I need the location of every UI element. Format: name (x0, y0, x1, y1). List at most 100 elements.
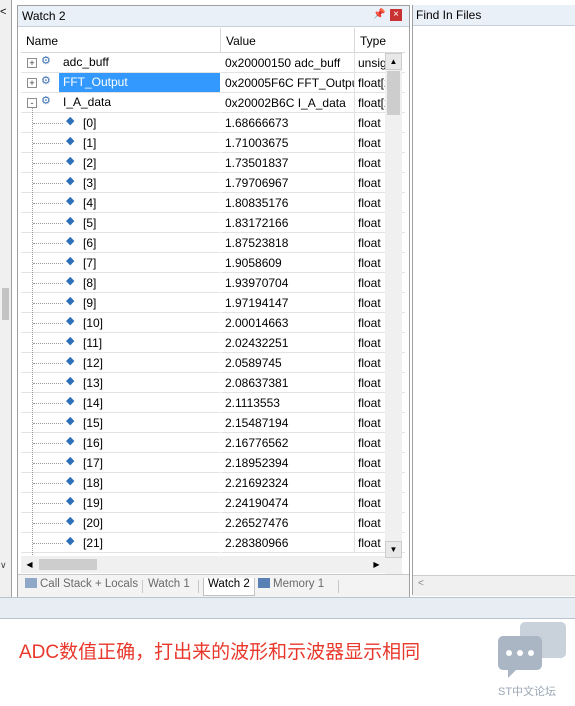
column-header-value[interactable]: Value (221, 28, 355, 53)
name-cell: ◆ [2] (21, 153, 220, 173)
value-cell[interactable]: 1.87523818 (221, 233, 355, 253)
watch-variable-row[interactable]: + ⚙ adc_buff 0x20000150 adc_buff unsig (21, 53, 405, 73)
tree-line (33, 403, 63, 404)
tree-line (33, 323, 63, 324)
watch-array-element-row[interactable]: ◆ [18] 2.21692324 float (21, 473, 405, 493)
watch-panel: Watch 2 📌 × Name Value Type + ⚙ adc_buff 0x… (17, 5, 410, 597)
value-cell[interactable]: 2.00014663 (221, 313, 355, 333)
pin-icon[interactable]: 📌 (373, 9, 385, 20)
watch-array-element-row[interactable]: ◆ [16] 2.16776562 float (21, 433, 405, 453)
watch-array-element-row[interactable]: ◆ [8] 1.93970704 float (21, 273, 405, 293)
value-cell[interactable]: 1.83172166 (221, 213, 355, 233)
watch-array-element-row[interactable]: ◆ [15] 2.15487194 float (21, 413, 405, 433)
tree-line (33, 463, 63, 464)
type-text: float (358, 516, 381, 530)
value-cell[interactable]: 2.16776562 (221, 433, 355, 453)
watch-array-element-row[interactable]: ◆ [6] 1.87523818 float (21, 233, 405, 253)
scroll-down-icon[interactable]: ▼ (385, 541, 402, 558)
watch-array-element-row[interactable]: ◆ [13] 2.08637381 float (21, 373, 405, 393)
value-text: 1.83172166 (225, 216, 289, 230)
value-cell[interactable]: 0x20002B6C I_A_data (221, 93, 355, 113)
value-cell[interactable]: 1.93970704 (221, 273, 355, 293)
tab-label: Watch 2 (208, 578, 250, 590)
watch-array-element-row[interactable]: ◆ [17] 2.18952394 float (21, 453, 405, 473)
watch-array-element-row[interactable]: ◆ [0] 1.68666673 float (21, 113, 405, 133)
watch-array-element-row[interactable]: ◆ [10] 2.00014663 float (21, 313, 405, 333)
watch-array-element-row[interactable]: ◆ [11] 2.02432251 float (21, 333, 405, 353)
tree-line-vertical (32, 107, 33, 556)
watch-array-element-row[interactable]: ◆ [20] 2.26527476 float (21, 513, 405, 533)
watch-array-element-row[interactable]: ◆ [3] 1.79706967 float (21, 173, 405, 193)
scroll-left-icon[interactable]: ◀ (21, 556, 38, 573)
value-cell[interactable]: 0x20000150 adc_buff (221, 53, 355, 73)
expand-icon[interactable]: + (27, 58, 37, 68)
value-cell[interactable]: 1.68666673 (221, 113, 355, 133)
left-scroll-down-icon[interactable]: ∨ (0, 560, 7, 571)
watch-array-element-row[interactable]: ◆ [1] 1.71003675 float (21, 133, 405, 153)
variable-name: adc_buff (63, 55, 109, 69)
watch-variable-row[interactable]: - ⚙ I_A_data 0x20002B6C I_A_data float[2 (21, 93, 405, 113)
element-icon: ◆ (66, 335, 75, 347)
left-scrollbar-thumb[interactable] (2, 288, 9, 320)
tree-line (33, 243, 63, 244)
value-cell[interactable]: 2.1113553 (221, 393, 355, 413)
tab-memory-1[interactable]: Memory 1 (258, 578, 324, 595)
watch-array-element-row[interactable]: ◆ [5] 1.83172166 float (21, 213, 405, 233)
name-cell: + ⚙ FFT_Output (21, 73, 220, 93)
value-cell[interactable]: 2.18952394 (221, 453, 355, 473)
column-header-name[interactable]: Name (21, 28, 221, 53)
element-index: [14] (83, 396, 104, 410)
scroll-right-icon[interactable]: ▶ (368, 556, 385, 573)
name-cell: ◆ [1] (21, 133, 220, 153)
find-scroll-left-icon[interactable]: < (418, 578, 424, 589)
element-index: [2] (83, 156, 97, 170)
value-cell[interactable]: 2.26527476 (221, 513, 355, 533)
element-icon: ◆ (66, 115, 75, 127)
watch-array-element-row[interactable]: ◆ [4] 1.80835176 float (21, 193, 405, 213)
watch-array-element-row[interactable]: ◆ [21] 2.28380966 float (21, 533, 405, 553)
element-index: [20] (83, 516, 104, 530)
watch-array-element-row[interactable]: ◆ [19] 2.24190474 float (21, 493, 405, 513)
type-text: float (358, 496, 381, 510)
value-cell[interactable]: 2.15487194 (221, 413, 355, 433)
watch-array-element-row[interactable]: ◆ [2] 1.73501837 float (21, 153, 405, 173)
find-horizontal-scrollbar[interactable]: < (413, 575, 575, 596)
left-collapse-icon[interactable]: < (0, 6, 10, 18)
value-cell[interactable]: 0x20005F6C FFT_Output (221, 73, 355, 93)
value-cell[interactable]: 1.97194147 (221, 293, 355, 313)
tab-call-stack-locals[interactable]: Call Stack + Locals (25, 578, 138, 595)
value-cell[interactable]: 1.71003675 (221, 133, 355, 153)
horizontal-scroll-thumb[interactable] (39, 559, 97, 570)
watch-variable-row[interactable]: + ⚙ FFT_Output 0x20005F6C FFT_Output float[2 (21, 73, 405, 93)
watch-array-element-row[interactable]: ◆ [7] 1.9058609 float (21, 253, 405, 273)
tree-line (33, 183, 63, 184)
tab-watch-2[interactable]: Watch 2 (203, 578, 255, 596)
scroll-up-icon[interactable]: ▲ (385, 53, 402, 70)
element-icon: ◆ (66, 135, 75, 147)
value-cell[interactable]: 1.73501837 (221, 153, 355, 173)
watch-array-element-row[interactable]: ◆ [12] 2.0589745 float (21, 353, 405, 373)
expand-icon[interactable]: + (27, 78, 37, 88)
tab-watch-1[interactable]: Watch 1 (148, 578, 190, 595)
value-cell[interactable]: 2.24190474 (221, 493, 355, 513)
value-cell[interactable]: 2.21692324 (221, 473, 355, 493)
name-cell: ◆ [17] (21, 453, 220, 473)
value-cell[interactable]: 2.0589745 (221, 353, 355, 373)
value-cell[interactable]: 1.80835176 (221, 193, 355, 213)
value-cell[interactable]: 2.28380966 (221, 533, 355, 553)
value-text: 2.24190474 (225, 496, 289, 510)
element-index: [5] (83, 216, 97, 230)
vertical-scroll-thumb[interactable] (387, 71, 400, 115)
horizontal-scrollbar[interactable]: ◀ ▶ (21, 556, 385, 573)
value-cell[interactable]: 2.02432251 (221, 333, 355, 353)
value-text: 1.71003675 (225, 136, 289, 150)
watch-grid: Name Value Type + ⚙ adc_buff 0x20000150 adc… (21, 28, 405, 556)
watch-array-element-row[interactable]: ◆ [14] 2.1113553 float (21, 393, 405, 413)
value-cell[interactable]: 1.9058609 (221, 253, 355, 273)
value-cell[interactable]: 2.08637381 (221, 373, 355, 393)
close-icon[interactable]: × (390, 9, 402, 21)
value-cell[interactable]: 1.79706967 (221, 173, 355, 193)
watch-array-element-row[interactable]: ◆ [9] 1.97194147 float (21, 293, 405, 313)
vertical-scrollbar[interactable]: ▲ ▼ (385, 53, 402, 558)
column-header-type[interactable]: Type (355, 28, 405, 53)
